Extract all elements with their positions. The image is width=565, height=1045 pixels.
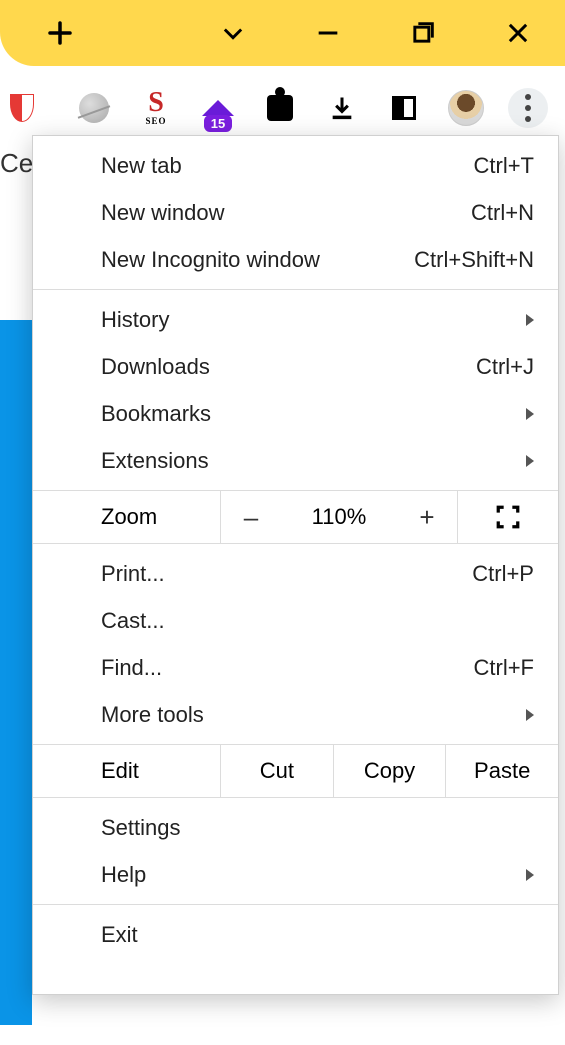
- home-extension-icon[interactable]: 15: [198, 88, 238, 128]
- page-text-fragment: Ce: [0, 148, 33, 179]
- menu-downloads[interactable]: Downloads Ctrl+J: [33, 343, 558, 390]
- menu-print[interactable]: Print... Ctrl+P: [33, 550, 558, 597]
- extension-toolbar: SSEO 15: [0, 80, 565, 135]
- menu-label: Cast...: [101, 608, 165, 634]
- menu-more-tools[interactable]: More tools: [33, 691, 558, 738]
- menu-extensions[interactable]: Extensions: [33, 437, 558, 484]
- edit-label: Edit: [33, 745, 221, 797]
- fullscreen-button[interactable]: [458, 491, 558, 543]
- menu-label: New tab: [101, 153, 182, 179]
- zoom-out-button[interactable]: –: [221, 502, 281, 533]
- menu-label: Find...: [101, 655, 162, 681]
- menu-label: History: [101, 307, 169, 333]
- browser-window: SSEO 15 Ce New tab Ctrl+T New window Ctr…: [0, 0, 565, 1045]
- zoom-value: 110%: [281, 504, 397, 530]
- menu-label: More tools: [101, 702, 204, 728]
- edit-copy-button[interactable]: Copy: [334, 745, 447, 797]
- menu-bookmarks[interactable]: Bookmarks: [33, 390, 558, 437]
- chevron-right-icon: [526, 869, 534, 881]
- chrome-main-menu: New tab Ctrl+T New window Ctrl+N New Inc…: [32, 135, 559, 995]
- menu-label: Help: [101, 862, 146, 888]
- menu-new-window[interactable]: New window Ctrl+N: [33, 189, 558, 236]
- titlebar: [0, 0, 565, 66]
- menu-help[interactable]: Help: [33, 851, 558, 898]
- badge-count: 15: [204, 115, 232, 132]
- menu-exit[interactable]: Exit: [33, 911, 558, 958]
- menu-label: New Incognito window: [101, 247, 320, 273]
- chevron-right-icon: [526, 455, 534, 467]
- menu-shortcut: Ctrl+T: [474, 153, 535, 179]
- extensions-puzzle-icon[interactable]: [260, 88, 300, 128]
- menu-find[interactable]: Find... Ctrl+F: [33, 644, 558, 691]
- menu-shortcut: Ctrl+Shift+N: [414, 247, 534, 273]
- downloads-icon[interactable]: [322, 88, 362, 128]
- maximize-button[interactable]: [375, 0, 470, 66]
- page-background-strip: [0, 320, 32, 1025]
- menu-label: Extensions: [101, 448, 209, 474]
- menu-label: Exit: [101, 922, 138, 948]
- menu-shortcut: Ctrl+N: [471, 200, 534, 226]
- menu-label: New window: [101, 200, 225, 226]
- similarweb-extension-icon[interactable]: [74, 88, 114, 128]
- seo-extension-icon[interactable]: SSEO: [136, 88, 176, 128]
- menu-label: Bookmarks: [101, 401, 211, 427]
- shield-extension-icon[interactable]: [12, 88, 52, 128]
- menu-shortcut: Ctrl+F: [474, 655, 535, 681]
- new-tab-button[interactable]: [13, 0, 108, 66]
- side-panel-icon[interactable]: [384, 88, 424, 128]
- zoom-label: Zoom: [33, 491, 221, 543]
- menu-cast[interactable]: Cast...: [33, 597, 558, 644]
- menu-shortcut: Ctrl+J: [476, 354, 534, 380]
- chevron-right-icon: [526, 709, 534, 721]
- chevron-right-icon: [526, 314, 534, 326]
- zoom-in-button[interactable]: +: [397, 502, 457, 533]
- chevron-right-icon: [526, 408, 534, 420]
- menu-label: Print...: [101, 561, 165, 587]
- tab-search-button[interactable]: [185, 0, 280, 66]
- edit-paste-button[interactable]: Paste: [446, 745, 558, 797]
- menu-label: Downloads: [101, 354, 210, 380]
- close-button[interactable]: [470, 0, 565, 66]
- menu-shortcut: Ctrl+P: [472, 561, 534, 587]
- minimize-button[interactable]: [280, 0, 375, 66]
- menu-new-incognito[interactable]: New Incognito window Ctrl+Shift+N: [33, 236, 558, 283]
- edit-cut-button[interactable]: Cut: [221, 745, 334, 797]
- menu-zoom-row: Zoom – 110% +: [33, 490, 558, 544]
- menu-edit-row: Edit Cut Copy Paste: [33, 744, 558, 798]
- profile-avatar[interactable]: [446, 88, 486, 128]
- menu-history[interactable]: History: [33, 296, 558, 343]
- menu-label: Settings: [101, 815, 181, 841]
- menu-settings[interactable]: Settings: [33, 804, 558, 851]
- menu-new-tab[interactable]: New tab Ctrl+T: [33, 142, 558, 189]
- chrome-menu-button[interactable]: [508, 88, 548, 128]
